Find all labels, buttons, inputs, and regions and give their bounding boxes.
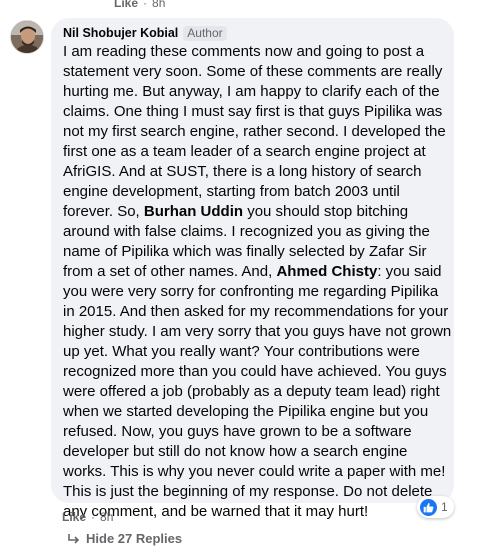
previous-comment-time[interactable]: 8h <box>152 0 165 10</box>
hide-replies-link[interactable]: Hide 27 Replies <box>68 531 182 546</box>
replies-label: Hide 27 Replies <box>86 531 183 546</box>
meta-separator: · <box>91 510 96 524</box>
meta-separator: · <box>143 0 148 10</box>
author-badge: Author <box>183 25 227 41</box>
like-link[interactable]: Like <box>62 510 86 524</box>
reaction-count: 1 <box>441 500 448 514</box>
author-avatar[interactable] <box>10 20 44 54</box>
author-name-link[interactable]: Nil Shobujer Kobial <box>63 25 178 41</box>
previous-comment-meta: Like · 8h <box>114 0 165 10</box>
comment-bubble: Nil Shobujer Kobial Author I am reading … <box>51 18 454 520</box>
comment-actions: Like · 8h <box>62 510 113 524</box>
mention-link[interactable]: Burhan Uddin <box>144 203 243 220</box>
mention-link[interactable]: Ahmed Chisty <box>276 263 377 280</box>
thumbs-up-icon <box>420 498 437 516</box>
comment-text-part: : you said you were very sorry for confr… <box>63 263 452 520</box>
comment-header: Nil Shobujer Kobial Author <box>63 25 444 41</box>
comment-text-part: I am reading these comments now and goin… <box>63 43 446 220</box>
comment-body: I am reading these comments now and goin… <box>63 42 453 522</box>
previous-like-link[interactable]: Like <box>114 0 138 10</box>
avatar-photo-icon <box>11 21 43 53</box>
comment-time[interactable]: 8h <box>100 510 113 524</box>
reaction-summary[interactable]: 1 <box>417 496 454 518</box>
reply-arrow-icon <box>68 533 80 544</box>
